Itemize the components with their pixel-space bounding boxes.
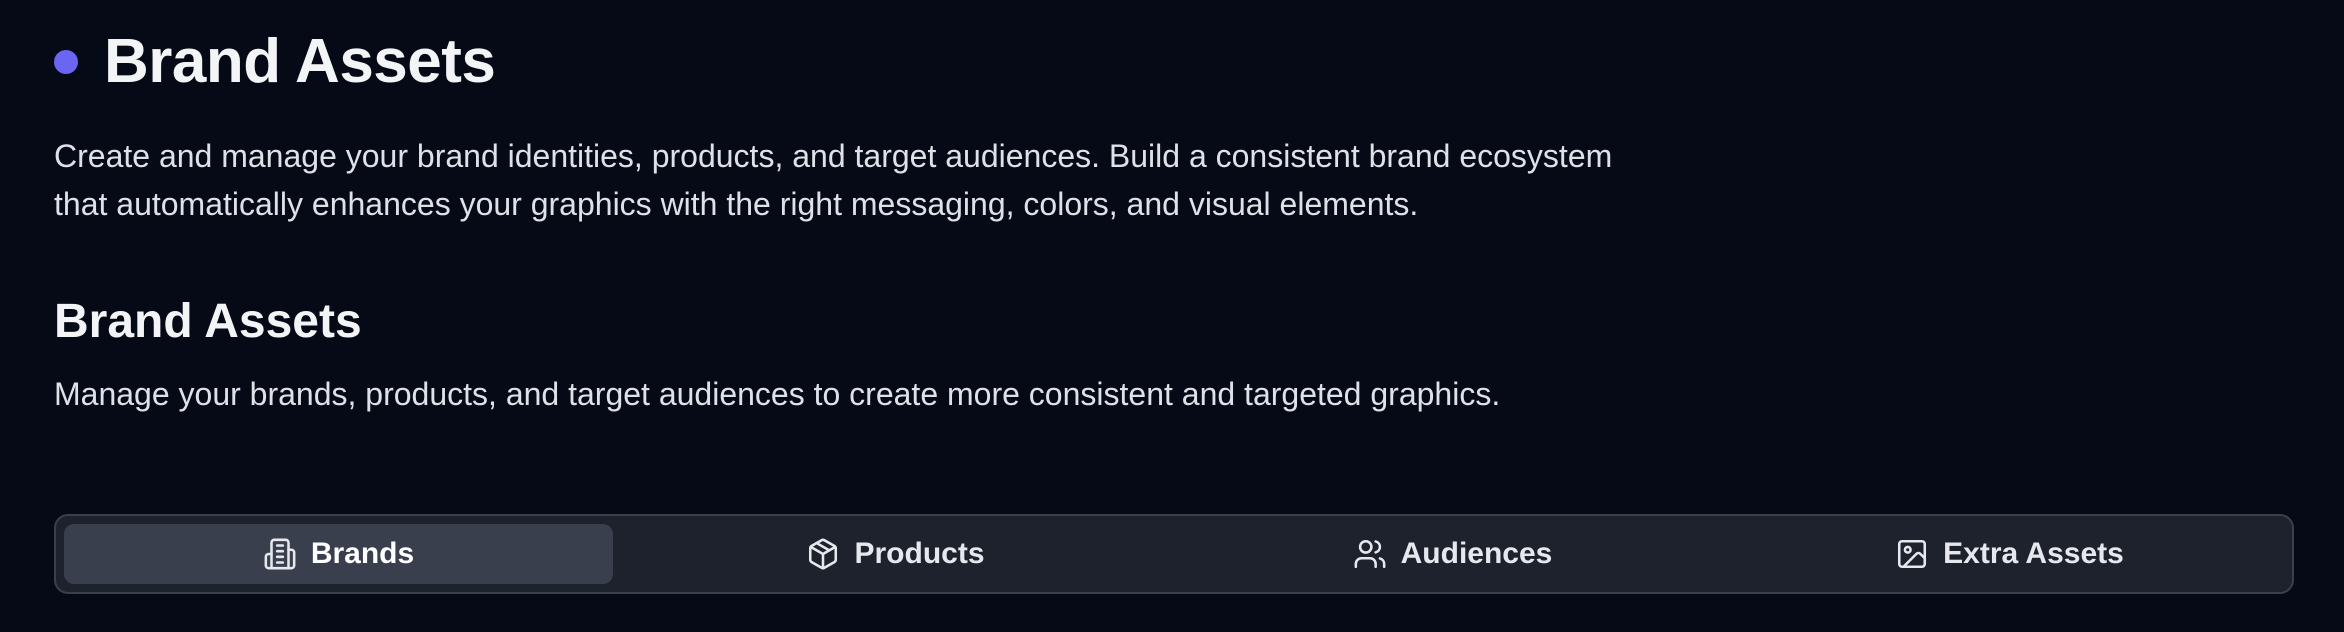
tab-brands[interactable]: Brands	[64, 524, 613, 584]
tab-audiences[interactable]: Audiences	[1178, 524, 1727, 584]
page-description: Create and manage your brand identities,…	[54, 138, 1613, 222]
users-icon	[1353, 537, 1387, 571]
tab-extra-assets[interactable]: Extra Assets	[1735, 524, 2284, 584]
tab-label-extra-assets: Extra Assets	[1943, 537, 2124, 570]
building-icon	[263, 537, 297, 571]
tab-products[interactable]: Products	[621, 524, 1170, 584]
hero-header: Brand Assets	[54, 0, 2290, 124]
asset-tabs: Brands Products Audiences Extra Assets	[54, 514, 2294, 594]
brand-assets-page: Brand Assets Create and manage your bran…	[0, 0, 2344, 632]
package-icon	[806, 537, 840, 571]
page-title: Brand Assets	[104, 27, 496, 96]
status-dot	[54, 50, 78, 74]
image-icon	[1895, 537, 1929, 571]
tab-label-products: Products	[854, 537, 985, 570]
section-description: Manage your brands, products, and target…	[54, 376, 1501, 412]
section-title: Brand Assets	[54, 295, 362, 348]
tab-label-audiences: Audiences	[1400, 537, 1553, 570]
tab-label-brands: Brands	[310, 537, 415, 570]
